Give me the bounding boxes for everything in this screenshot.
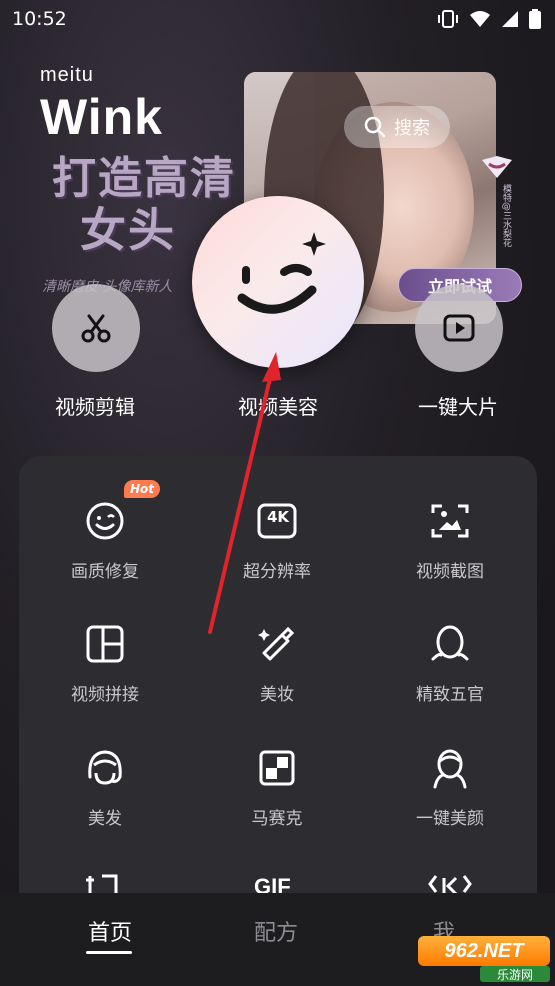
search-label: 搜索 xyxy=(394,118,430,139)
feature-label-one-click-movie: 一键大片 xyxy=(418,395,498,419)
tool-label: 美妆 xyxy=(260,685,294,705)
site-watermark: 962.NET 乐游网 xyxy=(418,936,550,982)
model-credit: 模特@三水梨花 xyxy=(501,184,511,247)
hot-badge: Hot xyxy=(124,480,160,498)
search-icon xyxy=(364,116,386,138)
hair-icon xyxy=(88,750,122,785)
home-screen: 10:52 meitu Wink 打造高清 女头 清晰磨皮·头像库新人 模特@三… xyxy=(0,0,555,986)
tool-label: 视频拼接 xyxy=(71,685,139,705)
tool-label: 超分辨率 xyxy=(243,562,311,582)
play-icon xyxy=(443,314,475,342)
video-beauty-button[interactable] xyxy=(192,196,364,368)
tool-refine-features[interactable]: 精致五官 xyxy=(364,620,536,705)
feature-label-video-edit: 视频剪辑 xyxy=(55,395,135,419)
mosaic-icon xyxy=(259,750,295,786)
search-button[interactable]: 搜索 xyxy=(344,106,450,148)
nav-active-indicator xyxy=(86,951,132,954)
status-icons xyxy=(437,9,541,29)
tool-hair[interactable]: 美发 xyxy=(19,744,191,829)
wink-face-icon xyxy=(237,232,326,314)
brand-wink-logo: Wink xyxy=(40,89,163,145)
face-outline-icon xyxy=(431,625,469,661)
tool-label: 美发 xyxy=(88,809,122,829)
vibrate-icon xyxy=(438,10,458,28)
feature-label-video-beauty: 视频美容 xyxy=(238,395,318,419)
status-bar: 10:52 xyxy=(0,0,555,40)
layout-icon xyxy=(86,625,124,663)
brand-meitu-logo: meitu xyxy=(40,64,94,86)
tool-video-screenshot[interactable]: 视频截图 xyxy=(364,497,536,582)
tool-makeup[interactable]: 美妆 xyxy=(191,620,363,705)
one-click-movie-button[interactable] xyxy=(415,284,503,372)
watermark-sub: 乐游网 xyxy=(480,966,550,982)
crop-icon[interactable] xyxy=(84,872,124,894)
nav-recipes[interactable]: 配方 xyxy=(236,915,316,947)
lips-icon xyxy=(482,156,512,178)
tool-label: 马赛克 xyxy=(251,809,303,829)
battery-icon xyxy=(529,9,541,29)
scissors-icon xyxy=(81,314,111,343)
tool-label: 画质修复 xyxy=(71,562,139,582)
screenshot-icon xyxy=(431,504,469,538)
portrait-icon xyxy=(433,749,467,789)
bracket-icon[interactable] xyxy=(428,872,472,894)
tool-label: 视频截图 xyxy=(416,562,484,582)
smile-face-icon xyxy=(86,502,124,540)
nav-home[interactable]: 首页 xyxy=(70,915,150,947)
status-time: 10:52 xyxy=(12,8,67,30)
tool-label: 一键美颜 xyxy=(416,809,484,829)
banner-title-line2: 女头 xyxy=(80,203,176,257)
video-edit-button[interactable] xyxy=(52,284,140,372)
tool-quality-repair[interactable]: 画质修复 xyxy=(19,497,191,582)
tool-label: 精致五官 xyxy=(416,685,484,705)
tool-one-click-beauty[interactable]: 一键美颜 xyxy=(364,744,536,829)
gif-icon[interactable]: GIF xyxy=(254,874,291,894)
4k-icon-text: 4K xyxy=(266,508,290,526)
tool-video-stitch[interactable]: 视频拼接 xyxy=(19,620,191,705)
watermark-main: 962.NET xyxy=(418,936,550,966)
wifi-icon xyxy=(470,11,490,27)
tool-mosaic[interactable]: 马赛克 xyxy=(191,744,363,829)
signal-icon xyxy=(502,11,518,27)
makeup-icon xyxy=(258,626,295,661)
